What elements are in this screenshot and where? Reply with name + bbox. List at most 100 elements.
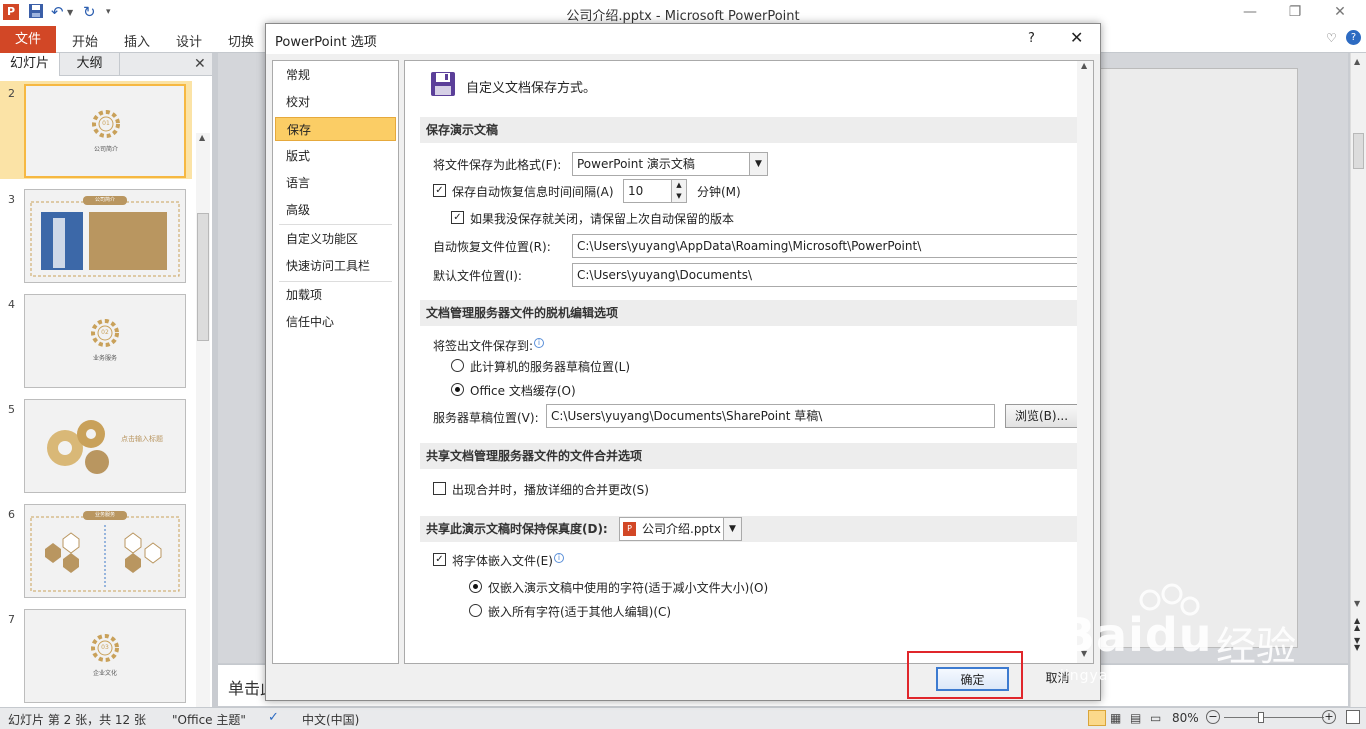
autorecover-checkbox[interactable]: ✓ — [433, 184, 446, 197]
default-location-label: 默认文件位置(I): — [433, 269, 522, 283]
close-window-icon[interactable]: ✕ — [1328, 4, 1352, 22]
zoom-level[interactable]: 80% — [1172, 711, 1199, 725]
spellcheck-icon[interactable]: ✓ — [268, 710, 279, 725]
tab-home[interactable]: 开始 — [72, 31, 98, 50]
zoom-slider[interactable] — [1224, 712, 1324, 723]
embed-all-chars-label: 嵌入所有字符(适于其他人编辑)(C) — [488, 605, 672, 619]
section-save-presentations: 保存演示文稿 — [420, 117, 1079, 143]
keep-last-version-checkbox[interactable]: ✓ — [451, 211, 464, 224]
tab-slides[interactable]: 幻灯片 — [0, 53, 60, 76]
slide-caption: 公司简介 — [94, 197, 115, 203]
slideshow-icon[interactable]: ▭ — [1150, 711, 1161, 725]
slide-number: 2 — [8, 87, 15, 100]
nav-customize-ribbon[interactable]: 自定义功能区 — [275, 227, 396, 251]
tab-transitions[interactable]: 切换 — [228, 31, 254, 50]
normal-view-icon[interactable] — [1088, 710, 1106, 726]
content-scrollbar[interactable]: ▲ ▼ — [1077, 61, 1093, 663]
section-description: 自定义文档保存方式。 — [466, 81, 597, 96]
slide-caption: 企业文化 — [92, 670, 117, 677]
office-cache-radio[interactable] — [451, 383, 464, 396]
previous-slide-icon[interactable]: ▲ ▲ — [1354, 617, 1360, 632]
zoom-slider-thumb[interactable] — [1258, 712, 1264, 723]
scroll-up-icon[interactable]: ▲ — [199, 133, 205, 142]
window-title: 公司介绍.pptx - Microsoft PowerPoint — [566, 9, 800, 24]
help-icon[interactable]: ? — [1346, 30, 1361, 45]
fit-to-window-icon[interactable] — [1346, 710, 1360, 724]
drafts-location-input[interactable]: C:\Users\yuyang\Documents\SharePoint 草稿\ — [546, 404, 995, 428]
dialog-close-icon[interactable]: ✕ — [1070, 28, 1083, 47]
nav-layout[interactable]: 版式 — [275, 144, 396, 168]
tab-design[interactable]: 设计 — [176, 31, 202, 50]
scroll-down-icon[interactable]: ▼ — [1081, 649, 1087, 658]
tab-insert[interactable]: 插入 — [124, 31, 150, 50]
nav-trust-center[interactable]: 信任中心 — [275, 310, 396, 334]
merge-details-label: 出现合并时，播放详细的合并更改(S) — [452, 483, 649, 497]
nav-language[interactable]: 语言 — [275, 171, 396, 195]
browse-button[interactable]: 浏览(B)... — [1005, 404, 1078, 428]
options-nav: 常规 校对 保存 版式 语言 高级 自定义功能区 快速访问工具栏 加载项 信任中… — [272, 60, 399, 664]
format-select[interactable]: PowerPoint 演示文稿 ▼ — [572, 152, 768, 176]
scroll-thumb[interactable] — [197, 213, 209, 341]
nav-separator — [279, 281, 392, 282]
dialog-title: PowerPoint 选项 — [275, 35, 377, 50]
scroll-up-icon[interactable]: ▲ — [1354, 57, 1360, 66]
slide-thumbnail-2[interactable]: 公司简介 01 — [24, 84, 186, 178]
nav-addins[interactable]: 加载项 — [275, 283, 396, 307]
scroll-thumb[interactable] — [1353, 133, 1364, 169]
file-tab[interactable]: 文件 — [0, 26, 56, 53]
interval-spinner[interactable]: 10 ▲ ▼ — [623, 179, 687, 203]
chevron-down-icon[interactable]: ▼ — [749, 153, 767, 175]
default-location-input[interactable]: C:\Users\yuyang\Documents\ — [572, 263, 1079, 287]
spin-up-icon[interactable]: ▲ — [671, 180, 686, 191]
zoom-out-icon[interactable]: − — [1206, 710, 1220, 724]
minimize-icon[interactable]: — — [1238, 4, 1262, 22]
powerpoint-options-dialog: PowerPoint 选项 ? ✕ 常规 校对 保存 版式 语言 高级 自定义功… — [265, 23, 1101, 701]
slide-sorter-icon[interactable]: ▦ — [1110, 711, 1121, 725]
slide-thumbnail-4[interactable]: 业务服务 02 — [24, 294, 186, 388]
minutes-label: 分钟(M) — [697, 185, 741, 199]
nav-general[interactable]: 常规 — [275, 63, 396, 87]
embed-used-chars-label: 仅嵌入演示文稿中使用的字符(适于减小文件大小)(O) — [488, 581, 769, 595]
slide-badge: 01 — [102, 120, 110, 127]
slide-thumbnail-5[interactable]: 点击输入标题 — [24, 399, 186, 493]
server-drafts-radio[interactable] — [451, 359, 464, 372]
embed-fonts-checkbox[interactable]: ✓ — [433, 553, 446, 566]
slide-number: 6 — [8, 508, 15, 521]
cancel-button[interactable]: 取消 — [1021, 667, 1094, 691]
dialog-help-button[interactable]: ? — [1028, 31, 1035, 46]
slide-thumbnail-3[interactable]: 公司简介 — [24, 189, 186, 283]
autorecover-location-input[interactable]: C:\Users\yuyang\AppData\Roaming\Microsof… — [572, 234, 1079, 258]
slide-scrollbar[interactable]: ▲ ▼ ▲ ▲ ▼ ▼ — [1350, 53, 1366, 707]
next-slide-icon[interactable]: ▼ ▼ — [1354, 637, 1360, 652]
merge-details-checkbox[interactable] — [433, 482, 446, 495]
fidelity-file-select[interactable]: P 公司介绍.pptx ▼ — [619, 517, 742, 541]
slide-counter: 幻灯片 第 2 张，共 12 张 — [8, 713, 146, 727]
reading-view-icon[interactable]: ▤ — [1130, 711, 1141, 725]
nav-advanced[interactable]: 高级 — [275, 198, 396, 222]
nav-proofing[interactable]: 校对 — [275, 90, 396, 114]
tab-outline[interactable]: 大纲 — [60, 53, 120, 76]
language-indicator[interactable]: 中文(中国) — [302, 711, 359, 728]
close-panel-icon[interactable]: ✕ — [194, 56, 206, 72]
highlight-box — [907, 651, 1023, 699]
chevron-down-icon[interactable]: ▼ — [723, 518, 741, 540]
scroll-down-icon[interactable]: ▼ — [1354, 599, 1360, 608]
embed-all-chars-radio[interactable] — [469, 604, 482, 617]
nav-save[interactable]: 保存 — [275, 117, 396, 141]
slide-thumbnail-7[interactable]: 企业文化 03 — [24, 609, 186, 703]
slide-caption: 点击输入标题 — [121, 435, 163, 443]
ribbon-collapse-icon[interactable]: ♡ — [1326, 31, 1337, 45]
slide-badge: 02 — [101, 329, 109, 336]
status-bar: 幻灯片 第 2 张，共 12 张 "Office 主题" ✓ 中文(中国) ▦ … — [0, 707, 1366, 729]
scroll-up-icon[interactable]: ▲ — [1081, 61, 1087, 70]
slide-thumbnail-6[interactable]: 业务服务 — [24, 504, 186, 598]
spin-down-icon[interactable]: ▼ — [671, 191, 686, 202]
slide-number: 5 — [8, 403, 15, 416]
embed-used-chars-radio[interactable] — [469, 580, 482, 593]
nav-quick-access-toolbar[interactable]: 快速访问工具栏 — [275, 254, 396, 278]
zoom-in-icon[interactable]: + — [1322, 710, 1336, 724]
restore-icon[interactable]: ❐ — [1283, 4, 1307, 22]
slides-scrollbar[interactable]: ▲ — [196, 133, 210, 729]
nav-separator — [279, 224, 392, 225]
section-file-merge: 共享文档管理服务器文件的文件合并选项 — [420, 443, 1079, 469]
